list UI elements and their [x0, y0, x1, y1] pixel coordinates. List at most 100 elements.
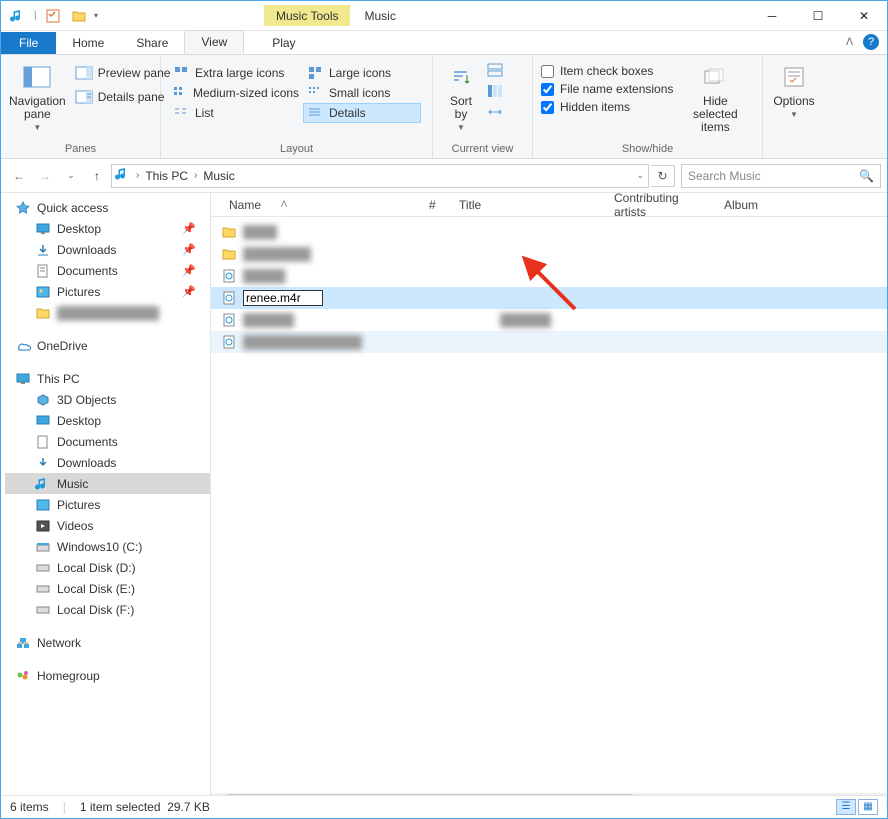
- thumbnail-view-toggle[interactable]: ▦: [858, 799, 878, 815]
- nav-drive-c[interactable]: Windows10 (C:): [5, 536, 210, 557]
- breadcrumb-bar[interactable]: › This PC › Music ⌄: [111, 164, 649, 188]
- small-icons-button[interactable]: Small icons: [303, 83, 403, 103]
- file-row[interactable]: ████: [211, 221, 887, 243]
- file-row[interactable]: ██████████████: [211, 331, 887, 353]
- preview-pane-button[interactable]: Preview pane: [72, 63, 175, 83]
- tab-share[interactable]: Share: [120, 32, 184, 54]
- nav-3d-objects[interactable]: 3D Objects: [5, 389, 210, 410]
- nav-pc-pictures[interactable]: Pictures: [5, 494, 210, 515]
- nav-network[interactable]: Network: [5, 632, 210, 653]
- size-columns-icon[interactable]: [487, 105, 503, 122]
- details-view-button[interactable]: Details: [303, 103, 421, 123]
- extra-large-icons-button[interactable]: Extra large icons: [169, 63, 297, 83]
- back-button[interactable]: ←: [7, 164, 31, 188]
- nav-pc-documents[interactable]: Documents: [5, 431, 210, 452]
- audio-file-icon: [221, 290, 237, 306]
- col-number[interactable]: #: [421, 198, 451, 212]
- close-button[interactable]: ✕: [841, 1, 887, 31]
- music-location-icon: [116, 167, 130, 184]
- titlebar: │ ▾ Music Tools Music ─ ☐ ✕: [1, 1, 887, 31]
- tab-file[interactable]: File: [1, 32, 56, 54]
- group-label-layout: Layout: [169, 141, 424, 158]
- hidden-items-toggle[interactable]: Hidden items: [541, 99, 673, 115]
- status-item-count: 6 items: [10, 800, 49, 814]
- music-icon: [35, 476, 51, 492]
- nav-pc-downloads[interactable]: Downloads: [5, 452, 210, 473]
- drive-icon: [35, 602, 51, 618]
- add-columns-icon[interactable]: [487, 84, 503, 101]
- group-label-show-hide: Show/hide: [541, 141, 754, 158]
- nav-qa-desktop[interactable]: Desktop📌: [5, 218, 210, 239]
- list-button[interactable]: List: [169, 103, 297, 123]
- help-icon[interactable]: ?: [863, 34, 879, 50]
- large-icons-button[interactable]: Large icons: [303, 63, 403, 83]
- new-folder-icon[interactable]: [68, 5, 90, 27]
- nav-drive-e[interactable]: Local Disk (E:): [5, 578, 210, 599]
- nav-qa-downloads[interactable]: Downloads📌: [5, 239, 210, 260]
- group-label-current-view: Current view: [441, 141, 524, 158]
- group-by-icon[interactable]: [487, 63, 503, 80]
- context-tab-music-tools[interactable]: Music Tools: [264, 5, 350, 26]
- nav-pc-desktop[interactable]: Desktop: [5, 410, 210, 431]
- forward-button[interactable]: →: [33, 164, 57, 188]
- details-pane-button[interactable]: Details pane: [72, 87, 175, 107]
- up-button[interactable]: ↑: [85, 164, 109, 188]
- refresh-button[interactable]: ↻: [651, 165, 675, 187]
- nav-qa-blurred[interactable]: ████████████: [5, 302, 210, 323]
- pin-icon: 📌: [182, 243, 196, 256]
- nav-pc-videos[interactable]: Videos: [5, 515, 210, 536]
- nav-qa-pictures[interactable]: Pictures📌: [5, 281, 210, 302]
- audio-file-icon: [221, 312, 237, 328]
- file-row-renaming[interactable]: [211, 287, 887, 309]
- col-title[interactable]: Title: [451, 198, 606, 212]
- tab-home[interactable]: Home: [56, 32, 120, 54]
- col-name[interactable]: Nameᐱ: [221, 198, 421, 212]
- tab-view[interactable]: View: [184, 30, 244, 54]
- details-view-toggle[interactable]: ☰: [836, 799, 856, 815]
- file-row[interactable]: ████████████: [211, 309, 887, 331]
- status-bar: 6 items | 1 item selected 29.7 KB ☰ ▦: [2, 795, 886, 817]
- nav-qa-documents[interactable]: Documents📌: [5, 260, 210, 281]
- rename-input[interactable]: [243, 290, 323, 306]
- navigation-pane-button[interactable]: Navigation pane ▼: [9, 59, 66, 134]
- nav-pc-music[interactable]: Music: [5, 473, 210, 494]
- nav-onedrive[interactable]: OneDrive: [5, 335, 210, 356]
- breadcrumb-this-pc[interactable]: This PC: [145, 169, 188, 183]
- search-box[interactable]: Search Music 🔍: [681, 164, 881, 188]
- nav-drive-f[interactable]: Local Disk (F:): [5, 599, 210, 620]
- recent-locations-button[interactable]: ⌄: [59, 164, 83, 188]
- desktop-icon: [35, 413, 51, 429]
- folder-icon: [221, 246, 237, 262]
- hide-selected-button[interactable]: Hide selected items: [679, 59, 751, 136]
- options-icon: [778, 61, 810, 93]
- col-album[interactable]: Album: [716, 198, 766, 212]
- videos-icon: [35, 518, 51, 534]
- small-icons-icon: [307, 85, 323, 101]
- file-row[interactable]: █████: [211, 265, 887, 287]
- maximize-button[interactable]: ☐: [795, 1, 841, 31]
- documents-icon: [35, 263, 51, 279]
- file-extensions-toggle[interactable]: File name extensions: [541, 81, 673, 97]
- breadcrumb-music[interactable]: Music: [203, 169, 234, 183]
- address-dropdown-icon[interactable]: ⌄: [636, 170, 644, 181]
- collapse-ribbon-icon[interactable]: ᐱ: [846, 37, 853, 48]
- medium-icons-button[interactable]: Medium-sized icons: [169, 83, 297, 103]
- nav-quick-access[interactable]: Quick access: [5, 197, 210, 218]
- file-row[interactable]: ████████: [211, 243, 887, 265]
- this-pc-icon: [15, 371, 31, 387]
- nav-this-pc[interactable]: This PC: [5, 368, 210, 389]
- minimize-button[interactable]: ─: [749, 1, 795, 31]
- navigation-pane: Quick access Desktop📌 Downloads📌 Documen…: [1, 193, 211, 809]
- search-icon: 🔍: [859, 169, 874, 183]
- options-button[interactable]: Options▼: [771, 59, 817, 121]
- audio-file-icon: [221, 268, 237, 284]
- col-contrib[interactable]: Contributing artists: [606, 191, 716, 219]
- column-headers[interactable]: Nameᐱ # Title Contributing artists Album: [211, 193, 887, 217]
- star-icon: [15, 200, 31, 216]
- tab-play[interactable]: Play: [256, 32, 311, 54]
- sort-by-button[interactable]: Sort by▼: [441, 59, 481, 134]
- item-checkboxes-toggle[interactable]: Item check boxes: [541, 63, 673, 79]
- properties-icon[interactable]: [42, 5, 64, 27]
- nav-drive-d[interactable]: Local Disk (D:): [5, 557, 210, 578]
- nav-homegroup[interactable]: Homegroup: [5, 665, 210, 686]
